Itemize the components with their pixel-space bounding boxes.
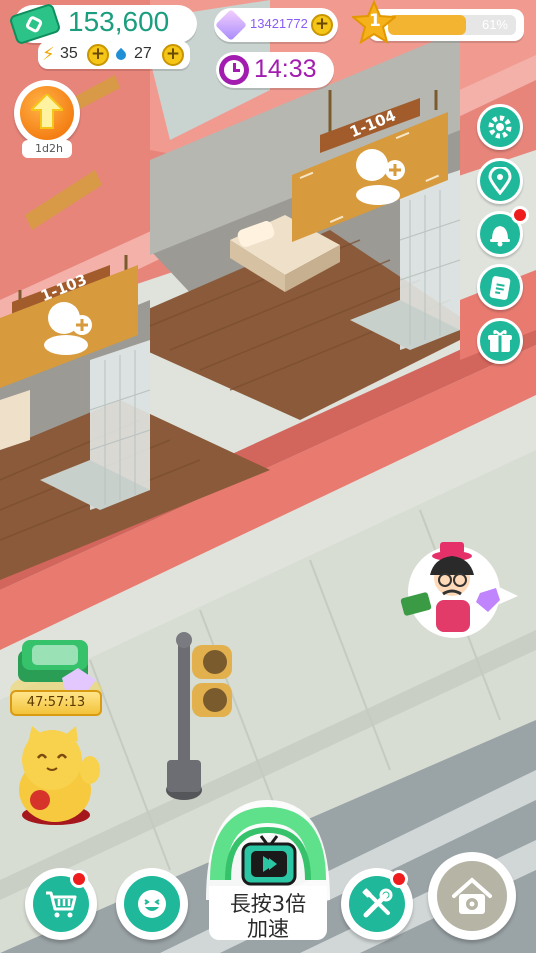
build-notification-badge — [390, 870, 408, 888]
boost-timer: 1d2h — [35, 142, 63, 155]
speed-up-button[interactable]: 長按3倍 加速 — [209, 808, 327, 941]
add-gems-button[interactable]: + — [311, 14, 333, 36]
clipboard-icon — [489, 276, 511, 300]
social-button[interactable] — [116, 868, 188, 940]
timer-panel: 14:33 — [216, 52, 334, 88]
gear-icon — [488, 115, 512, 139]
gems-amount: 13421772 — [250, 16, 308, 31]
speed-up-label-box: 長按3倍 加速 — [209, 886, 327, 941]
map-pin-icon — [488, 167, 512, 195]
shop-notification-badge — [70, 870, 88, 888]
reward-countdown: 47:57:13 — [26, 695, 86, 710]
up-arrow-icon — [31, 94, 63, 129]
gift-icon — [488, 330, 512, 352]
energy-amount: 35 — [60, 45, 78, 62]
resources-panel: ⚡ 35 + 27 + — [38, 41, 190, 69]
water-amount: 27 — [134, 45, 152, 62]
water-drop-icon — [113, 47, 129, 63]
level-number: 1 — [369, 11, 381, 31]
level-progress-bar: 61% — [388, 15, 516, 35]
notification-badge — [511, 206, 529, 224]
gem-icon — [215, 9, 247, 41]
tools-icon — [362, 888, 393, 918]
clock-icon — [219, 55, 249, 85]
settings-button[interactable] — [477, 104, 523, 150]
gems-panel: 13421772 + — [214, 8, 338, 42]
home-button[interactable] — [428, 852, 516, 940]
lightning-icon: ⚡ — [42, 44, 55, 65]
star-icon: 1 — [350, 0, 398, 45]
visitor-character-bubble[interactable] — [406, 545, 518, 639]
cash-panel: 153,600 — [8, 2, 197, 46]
shopping-cart-icon — [46, 891, 77, 918]
tasks-button[interactable] — [477, 264, 523, 310]
timer-value: 14:33 — [254, 55, 317, 83]
bell-icon — [490, 226, 510, 247]
reward-chest[interactable]: 47:57:13 — [8, 640, 104, 720]
speed-up-label-line2: 加速 — [247, 917, 289, 941]
cash-amount: 153,600 — [68, 6, 170, 37]
level-progress-label: 61% — [481, 17, 508, 32]
add-water-button[interactable]: + — [162, 44, 184, 66]
home-gear-icon — [452, 877, 492, 914]
room-104-add-tenant-icon[interactable] — [350, 140, 410, 200]
lucky-cat[interactable] — [14, 730, 100, 830]
smiley-icon — [138, 890, 166, 918]
gift-button[interactable] — [477, 318, 523, 364]
location-button[interactable] — [477, 158, 523, 204]
reward-countdown-badge: 47:57:13 — [10, 690, 102, 716]
add-energy-button[interactable]: + — [87, 44, 109, 66]
level-progress-fill — [388, 15, 467, 35]
tv-play-icon — [241, 835, 297, 886]
room-103-add-tenant-icon[interactable] — [40, 298, 96, 354]
boost-button[interactable]: 1d2h — [14, 80, 82, 158]
